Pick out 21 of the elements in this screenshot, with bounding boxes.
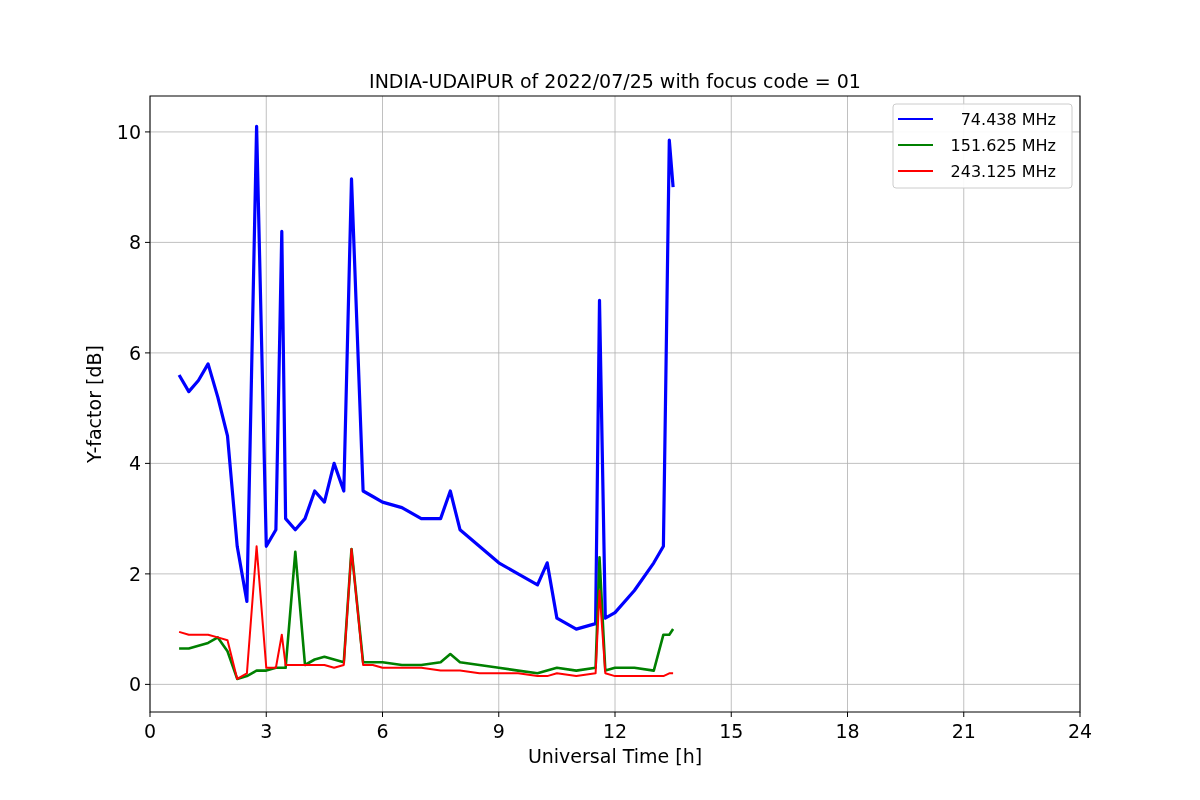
x-tick-label: 9: [492, 720, 505, 742]
x-tick-label: 18: [835, 720, 860, 742]
x-tick-label: 6: [376, 720, 389, 742]
y-axis-label: Y-factor [dB]: [83, 345, 105, 463]
x-tick-label: 12: [602, 720, 628, 742]
y-tick-label: 0: [128, 673, 141, 696]
legend-label: 243.125 MHz: [950, 162, 1056, 181]
y-tick-label: 8: [128, 231, 141, 254]
y-tick-label: 4: [128, 452, 141, 475]
x-axis-label: Universal Time [h]: [527, 745, 703, 767]
chart-title: INDIA-UDAIPUR of 2022/07/25 with focus code = 01: [369, 70, 861, 92]
x-tick-label: 15: [719, 720, 744, 742]
x-tick-label: 21: [951, 720, 976, 742]
y-tick-label: 6: [128, 341, 141, 364]
legend-label: 151.625 MHz: [950, 136, 1056, 155]
x-tick-label: 3: [260, 720, 273, 742]
y-tick-label: 2: [128, 562, 141, 585]
y-tick-label: 10: [116, 120, 141, 143]
x-tick-label: 24: [1067, 720, 1093, 742]
legend-label: 74.438 MHz: [960, 110, 1056, 129]
x-tick-label: 0: [143, 720, 157, 742]
